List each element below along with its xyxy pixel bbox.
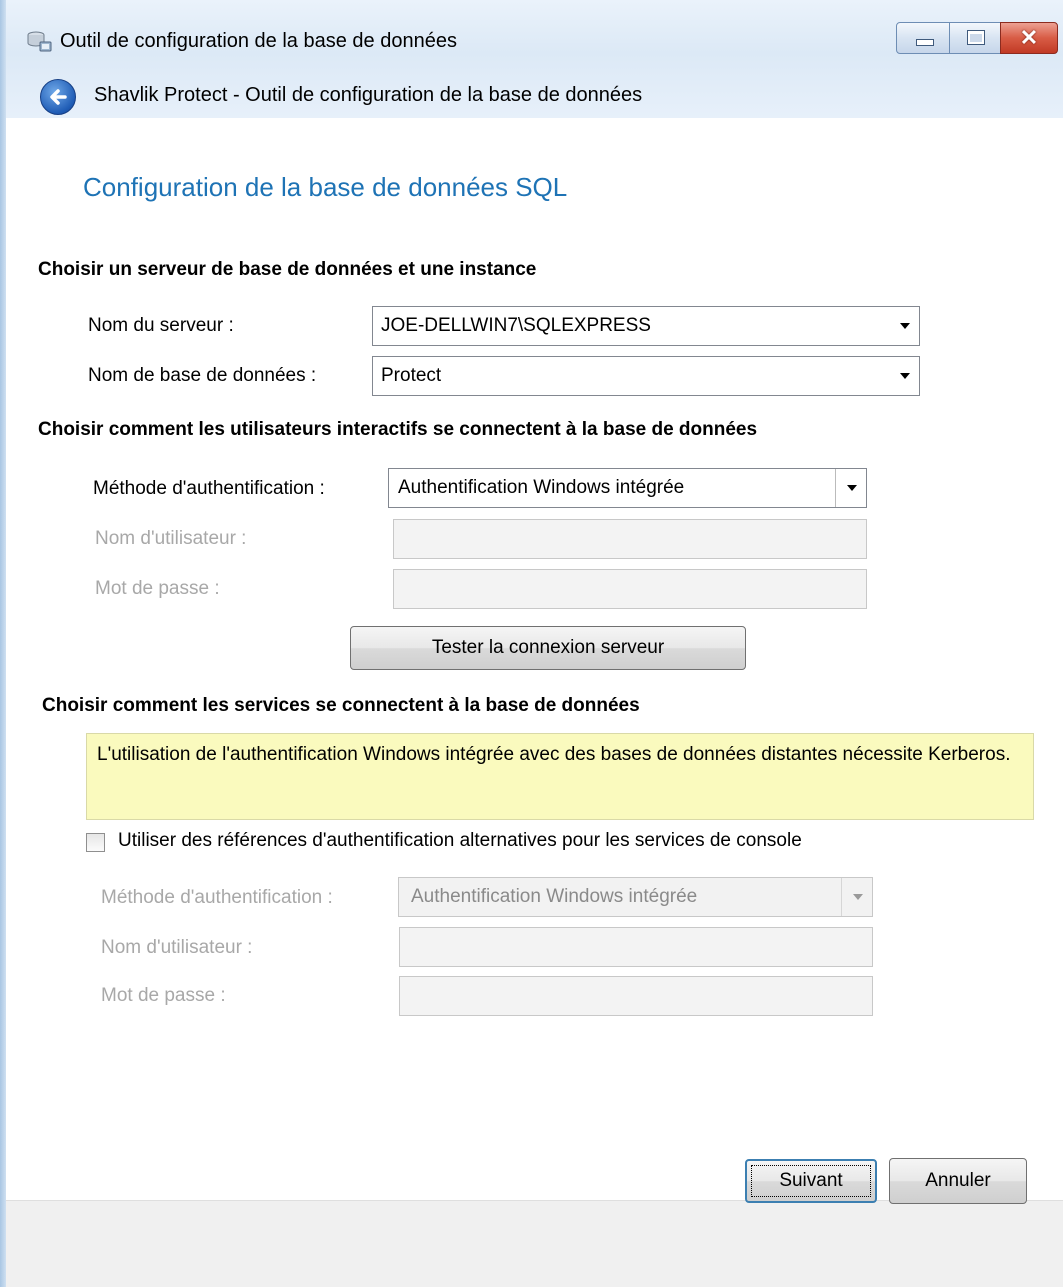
- close-icon: ✕: [1019, 25, 1039, 50]
- services-username-field[interactable]: [399, 927, 873, 967]
- interactive-auth-method-label: Méthode d'authentification :: [93, 478, 325, 499]
- interactive-auth-method-combo[interactable]: Authentification Windows intégrée: [388, 468, 867, 508]
- dialog-window: Outil de configuration de la base de don…: [0, 0, 1063, 1287]
- next-button[interactable]: Suivant: [745, 1159, 877, 1203]
- interactive-username-label: Nom d'utilisateur :: [95, 528, 247, 549]
- services-password-label: Mot de passe :: [101, 985, 226, 1006]
- interactive-username-field[interactable]: [393, 519, 867, 559]
- footer-bar: [6, 1200, 1063, 1287]
- services-password-field[interactable]: [399, 976, 873, 1016]
- back-button[interactable]: [40, 79, 76, 115]
- maximize-icon: [967, 30, 985, 45]
- interactive-password-label: Mot de passe :: [95, 578, 220, 599]
- page-title: Configuration de la base de données SQL: [83, 172, 568, 202]
- back-arrow-icon: [50, 89, 67, 105]
- services-auth-method-value: Authentification Windows intégrée: [411, 886, 698, 907]
- server-name-combo[interactable]: JOE-DELLWIN7\SQLEXPRESS: [372, 306, 920, 346]
- dropdown-arrow-icon[interactable]: [889, 307, 919, 345]
- alternative-credentials-checkbox[interactable]: [86, 833, 105, 852]
- database-name-combo[interactable]: Protect: [372, 356, 920, 396]
- interactive-password-field[interactable]: [393, 569, 867, 609]
- minimize-button[interactable]: [896, 22, 950, 54]
- database-icon: [26, 30, 52, 54]
- alternative-credentials-label[interactable]: Utiliser des références d'authentificati…: [118, 830, 802, 852]
- services-auth-method-combo[interactable]: Authentification Windows intégrée: [398, 877, 873, 917]
- dropdown-arrow-icon[interactable]: [841, 878, 872, 916]
- minimize-icon: [916, 39, 934, 46]
- services-auth-method-label: Méthode d'authentification :: [101, 887, 333, 908]
- maximize-button[interactable]: [949, 22, 1001, 54]
- services-username-label: Nom d'utilisateur :: [101, 937, 253, 958]
- interactive-section-heading: Choisir comment les utilisateurs interac…: [38, 419, 758, 440]
- window-title: Outil de configuration de la base de don…: [60, 30, 457, 52]
- database-name-label: Nom de base de données :: [88, 365, 317, 386]
- cancel-button[interactable]: Annuler: [889, 1158, 1027, 1204]
- dropdown-arrow-icon[interactable]: [889, 357, 919, 395]
- services-section-heading: Choisir comment les services se connecte…: [42, 695, 640, 716]
- server-name-label: Nom du serveur :: [88, 315, 234, 336]
- kerberos-info-box: L'utilisation de l'authentification Wind…: [86, 733, 1034, 820]
- dropdown-arrow-icon[interactable]: [835, 469, 866, 507]
- kerberos-info-text: L'utilisation de l'authentification Wind…: [97, 744, 1011, 765]
- header-title: Shavlik Protect - Outil de configuration…: [94, 84, 643, 106]
- database-name-value: Protect: [381, 365, 442, 386]
- title-bar: Outil de configuration de la base de don…: [6, 0, 1063, 118]
- interactive-auth-method-value: Authentification Windows intégrée: [398, 477, 685, 498]
- focus-rectangle: [751, 1165, 871, 1197]
- server-section-heading: Choisir un serveur de base de données et…: [38, 259, 537, 280]
- server-name-value: JOE-DELLWIN7\SQLEXPRESS: [381, 315, 651, 336]
- close-button[interactable]: ✕: [1000, 22, 1058, 54]
- test-connection-button[interactable]: Tester la connexion serveur: [350, 626, 746, 670]
